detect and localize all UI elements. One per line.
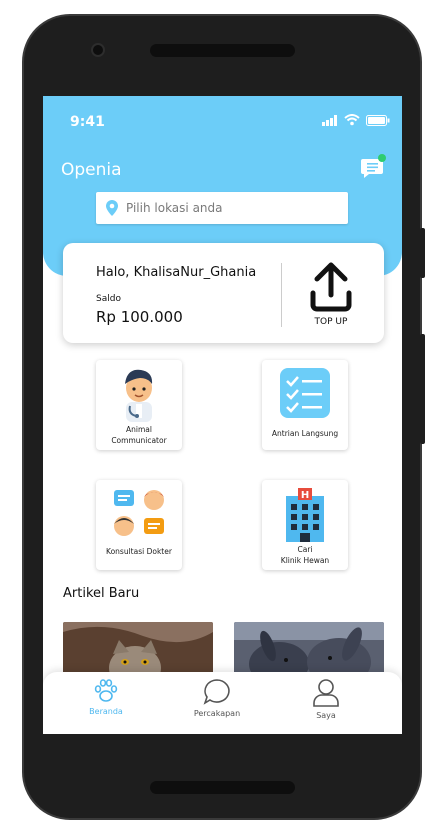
svg-text:H: H: [301, 490, 309, 501]
bottom-speaker: [150, 781, 295, 794]
status-time: 9:41: [70, 114, 105, 130]
signal-icon: [322, 114, 337, 126]
chat-list-icon: [361, 154, 386, 178]
location-pin-icon: [106, 200, 118, 216]
paw-icon: [94, 679, 118, 702]
earpiece-speaker: [150, 44, 295, 57]
greeting-text: Halo, KhalisaNur_Ghania: [96, 265, 257, 280]
saldo-label: Saldo: [96, 294, 121, 304]
bottom-navigation: Beranda Percakapan Saya: [43, 672, 402, 734]
messages-button[interactable]: [361, 154, 386, 178]
battery-icon: [366, 114, 390, 126]
menu-cari-klinik[interactable]: H Cari Klinik Hewan: [262, 480, 348, 570]
menu-label: Cari Klinik Hewan: [280, 545, 330, 565]
topup-label: TOP UP: [314, 317, 348, 327]
menu-animal-communicator[interactable]: Animal Communicator: [96, 360, 182, 450]
menu-label: Animal Communicator: [111, 425, 167, 445]
nav-label: Percakapan: [193, 709, 241, 718]
location-search[interactable]: [96, 192, 348, 224]
card-divider: [281, 263, 282, 327]
app-title: Openia: [61, 160, 122, 180]
nav-saya[interactable]: Saya: [286, 678, 366, 720]
power-button: [420, 228, 425, 278]
notification-dot: [378, 154, 386, 162]
saldo-value: Rp 100.000: [96, 308, 183, 326]
app-screen: 9:41 Openia Pilih lokasi anda Halo, Khal…: [43, 96, 402, 734]
menu-label: Konsultasi Dokter: [106, 547, 172, 556]
menu-label: Antrian Langsung: [271, 429, 339, 438]
wifi-icon: [344, 114, 360, 126]
checklist-icon: [280, 368, 330, 418]
doctor-avatar-icon: [125, 369, 153, 422]
nav-beranda[interactable]: Beranda: [66, 678, 146, 716]
user-profile-icon: [313, 679, 339, 707]
volume-button: [420, 334, 425, 444]
front-camera: [91, 43, 105, 57]
consultation-icon: [114, 490, 164, 536]
menu-antrian-langsung[interactable]: Antrian Langsung: [262, 360, 348, 450]
menu-konsultasi-dokter[interactable]: Konsultasi Dokter: [96, 480, 182, 570]
hospital-building-icon: H: [286, 488, 324, 542]
articles-section-title: Artikel Baru: [63, 586, 140, 601]
chat-bubble-icon: [203, 679, 230, 705]
status-icons: [322, 114, 390, 126]
nav-percakapan[interactable]: Percakapan: [177, 678, 257, 718]
location-input[interactable]: [126, 201, 326, 215]
upload-icon: [310, 262, 352, 312]
balance-card: Halo, KhalisaNur_Ghania Saldo Rp 100.000…: [63, 243, 384, 343]
nav-label: Saya: [316, 711, 336, 720]
nav-label: Beranda: [89, 707, 123, 716]
topup-button[interactable]: TOP UP: [303, 261, 359, 331]
